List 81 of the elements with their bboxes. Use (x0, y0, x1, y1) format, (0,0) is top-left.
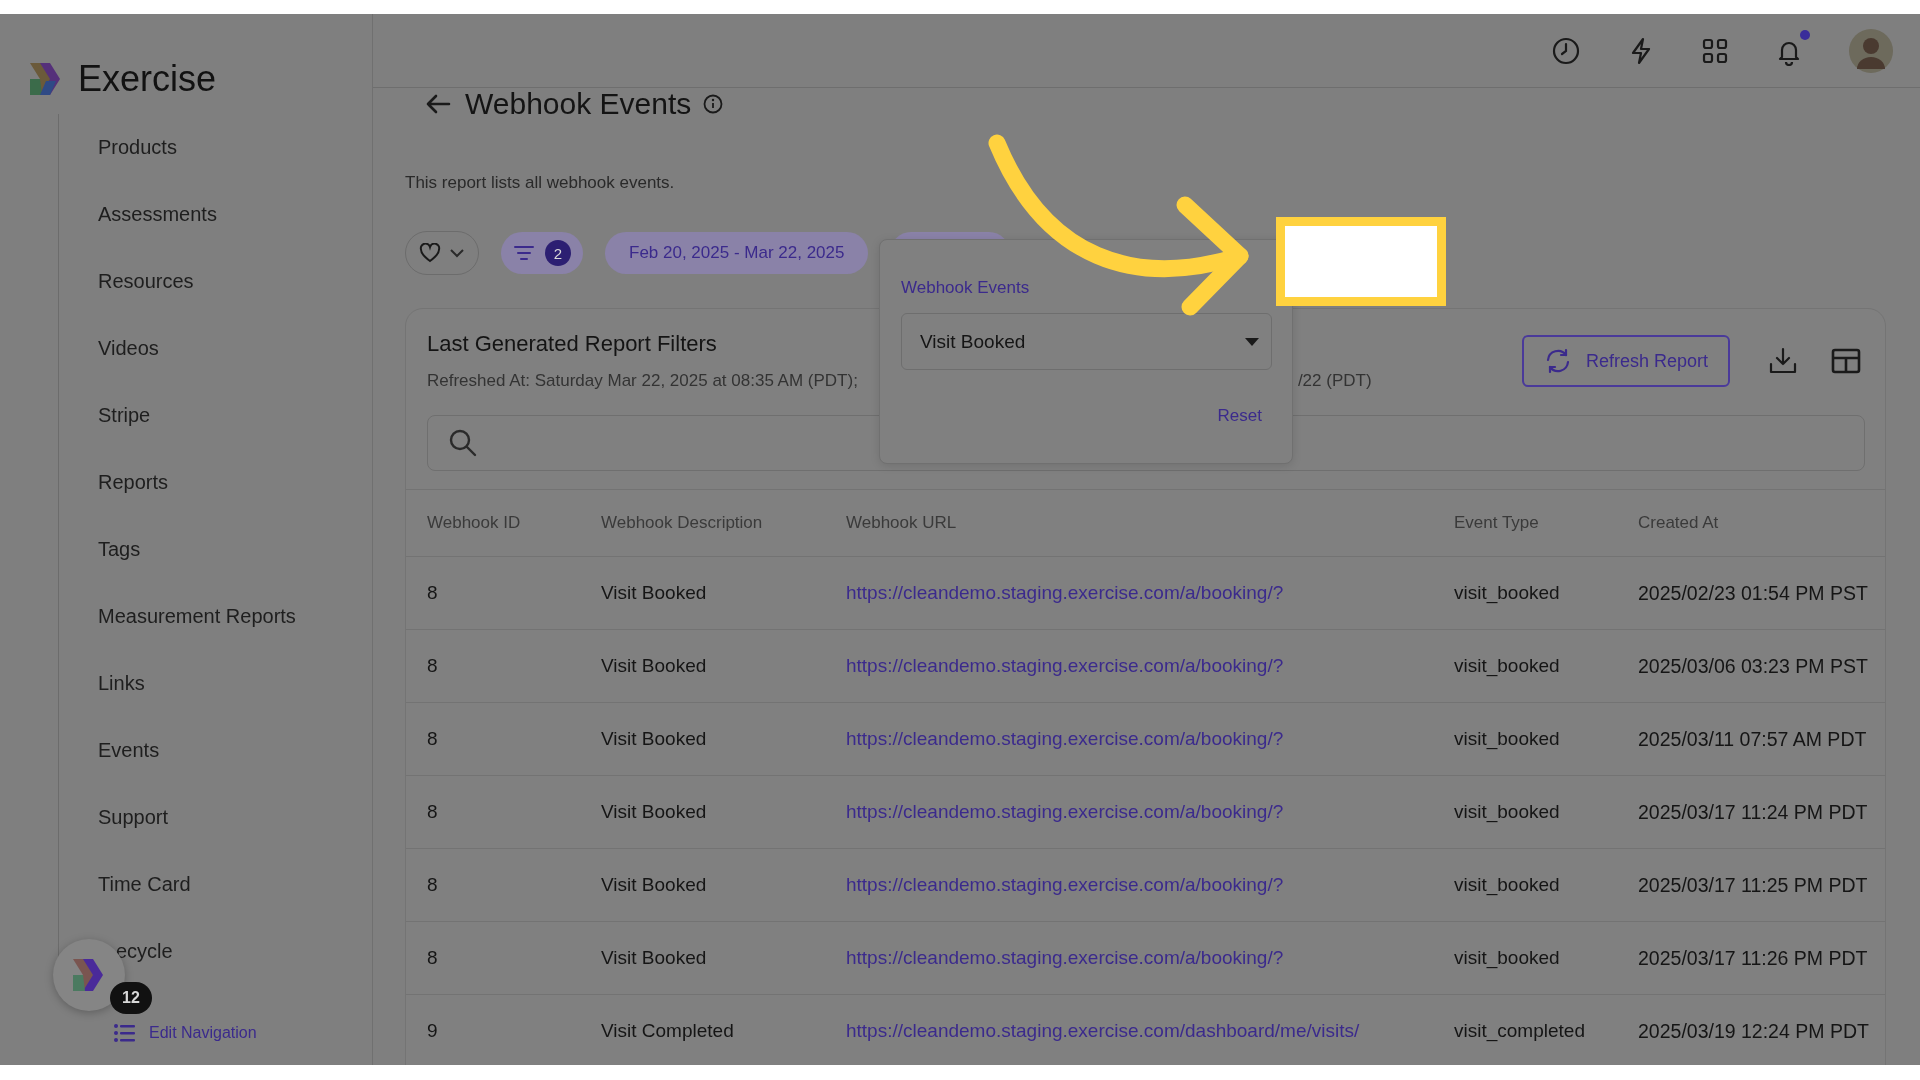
url-link[interactable]: https://cleandemo.staging.exercise.com/a/booking/? (846, 801, 1454, 823)
table-cell-text: visit_booked (1454, 801, 1561, 823)
table-cell-text: 8 (427, 582, 439, 604)
sidebar-item[interactable]: Stripe (98, 404, 151, 427)
sidebar-item[interactable]: Reports (98, 471, 169, 494)
reset-link[interactable]: Reset (1217, 406, 1262, 426)
edit-navigation-link[interactable]: Edit Navigation (149, 1024, 257, 1042)
column-header: Webhook Description (601, 513, 764, 533)
column-header: Created At (1638, 513, 1720, 533)
url-link[interactable]: https://cleandemo.staging.exercise.com/a/booking/? (846, 947, 1454, 969)
table-cell-text: 8 (427, 655, 439, 677)
sidebar-item[interactable]: ecycle (116, 940, 173, 963)
grid-icon[interactable] (1701, 36, 1729, 65)
sidebar-item[interactable]: Assessments (98, 203, 217, 226)
table-cell-text: visit_booked (1454, 655, 1561, 677)
url-link[interactable]: https://cleandemo.staging.exercise.com/a/booking/? (846, 655, 1454, 677)
list-icon (113, 1023, 135, 1043)
table-cell-text: visit_booked (1454, 874, 1561, 896)
table-cell-text: 8 (427, 947, 439, 969)
url-link[interactable]: https://cleandemo.staging.exercise.com/a/booking/? (846, 728, 1454, 750)
sidebar-item[interactable]: Resources (98, 270, 194, 293)
table-cell-text: 2025/03/11 07:57 AM PDT (1638, 727, 1868, 751)
sidebar-item[interactable]: Time Card (98, 873, 191, 896)
table-cell-text: Visit Booked (601, 874, 708, 896)
chevron-down-icon (449, 248, 465, 258)
column-header: Event Type (1454, 513, 1540, 533)
count-badge: 12 (110, 982, 152, 1014)
table-cell-text: 2025/03/17 11:25 PM PDT (1638, 873, 1869, 897)
table-cell-text: Visit Booked (601, 655, 708, 677)
refreshed-text: Refreshed At: Saturday Mar 22, 2025 at 08:35 AM (PDT); (427, 371, 858, 391)
table-cell-text: 8 (427, 728, 439, 750)
url-link[interactable]: https://cleandemo.staging.exercise.com/dashboard/me/visits/ (846, 1020, 1454, 1042)
table-cell-text: Visit Booked (601, 947, 708, 969)
table-cell-text: visit_booked (1454, 947, 1561, 969)
table-cell-text: visit_booked (1454, 728, 1561, 750)
table-cell-text: 2025/03/17 11:24 PM PDT (1638, 800, 1869, 824)
sidebar-item[interactable]: Products (98, 136, 177, 159)
table-cell-text: Visit Booked (601, 801, 708, 823)
filter-button[interactable]: 2 (501, 232, 583, 274)
table-cell-text: 8 (427, 801, 439, 823)
sidebar-item[interactable]: Measurement Reports (98, 605, 296, 628)
table-cell-text: Visit Booked (601, 728, 708, 750)
table-cell-text: 2025/02/23 01:54 PM PST (1638, 581, 1869, 605)
table-icon[interactable] (1831, 348, 1861, 374)
table-cell-text: visit_completed (1454, 1020, 1586, 1042)
sidebar-item[interactable]: Support (98, 806, 169, 829)
count-badge: 2 (545, 240, 571, 266)
table-cell-text: 2025/03/06 03:23 PM PST (1638, 654, 1869, 678)
column-header: Webhook URL (846, 513, 958, 533)
caret-icon (1245, 337, 1259, 346)
info-icon[interactable] (703, 94, 724, 114)
table-cell-text: Visit Completed (601, 1020, 735, 1042)
refresh-report-button[interactable]: Refresh Report (1521, 335, 1730, 387)
sidebar-item[interactable]: Tags (98, 538, 141, 561)
clock-icon[interactable] (1551, 35, 1581, 66)
table-cell-text: Visit Booked (601, 582, 708, 604)
url-link[interactable]: https://cleandemo.staging.exercise.com/a/booking/? (846, 582, 1454, 604)
sidebar-item[interactable]: Links (98, 672, 145, 695)
search-icon (448, 428, 478, 458)
date-range-button[interactable]: Feb 20, 2025 - Mar 22, 2025 (605, 232, 869, 274)
report-title: Last Generated Report Filters (427, 331, 717, 357)
brand-name: Exercise (78, 58, 217, 100)
popup-label: Webhook Events (901, 278, 1030, 298)
url-link[interactable]: https://cleandemo.staging.exercise.com/a/booking/? (846, 874, 1454, 896)
page-description: This report lists all webhook events. (405, 173, 676, 193)
heart-icon (419, 243, 441, 263)
table-cell-text: 9 (427, 1020, 439, 1042)
page-title: Webhook Events (465, 87, 692, 121)
filter-icon (513, 244, 535, 262)
download-icon[interactable] (1768, 346, 1798, 376)
table-cell-text: visit_booked (1454, 582, 1561, 604)
event-select[interactable]: Visit Booked (901, 313, 1272, 370)
table-cell-text: 8 (427, 874, 439, 896)
table-cell-text: 2025/03/19 12:24 PM PDT (1638, 1019, 1870, 1043)
avatar[interactable] (1849, 28, 1893, 73)
column-header: Webhook ID (427, 513, 522, 533)
sidebar-item[interactable]: Events (98, 739, 160, 762)
back-arrow-icon[interactable] (425, 93, 451, 115)
sidebar-item[interactable]: Videos (98, 337, 159, 360)
table-cell-text: 2025/03/17 11:26 PM PDT (1638, 946, 1869, 970)
refreshed-text: /22 (PDT) (1297, 371, 1372, 391)
